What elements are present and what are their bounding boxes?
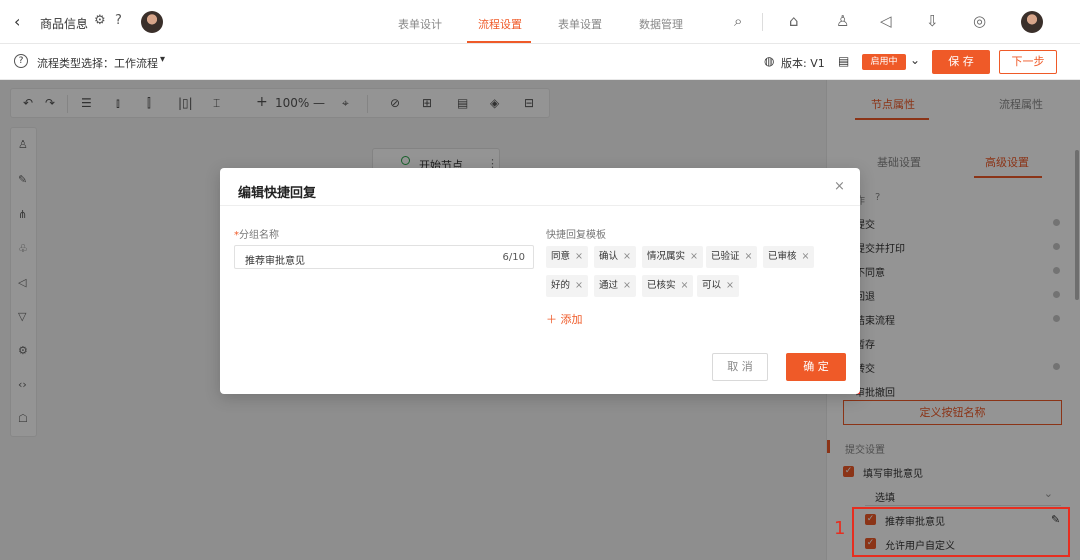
process-bar: ? 流程类型选择：工作流程 ▾ ◍ 版本: V1 ▤ 启用中 ⌄ 保 存 下一步 (0, 44, 1080, 80)
quick-reply-chip[interactable]: 同意 × (546, 246, 588, 268)
group-name-label: *分组名称 (234, 230, 279, 241)
avatar[interactable] (141, 11, 163, 33)
home-icon[interactable]: ⌂ (789, 12, 799, 30)
next-button[interactable]: 下一步 (999, 50, 1057, 74)
group-name-input[interactable]: 推荐审批意见 6/10 (234, 245, 534, 269)
megaphone-icon[interactable]: ◁ (880, 12, 892, 30)
quick-reply-chip[interactable]: 情况属实 × (642, 246, 703, 268)
close-icon: × (690, 251, 698, 262)
tab-process-settings[interactable]: 流程设置 (478, 16, 522, 32)
question-icon[interactable]: ? (14, 54, 28, 68)
status-badge: 启用中 (862, 54, 906, 70)
search-icon[interactable]: ⌕ (734, 12, 742, 30)
save-button[interactable]: 保 存 (932, 50, 990, 74)
tab-form-design[interactable]: 表单设计 (398, 16, 442, 32)
close-icon: × (623, 280, 631, 291)
dialog-title: 编辑快捷回复 (238, 186, 317, 201)
quick-reply-chip[interactable]: 通过 × (594, 275, 636, 297)
top-divider (762, 13, 763, 31)
annotation-box-1 (852, 507, 1070, 557)
close-icon: × (726, 280, 734, 291)
cancel-button[interactable]: 取 消 (712, 353, 768, 381)
back-icon[interactable]: ‹ (14, 12, 20, 31)
app-title: 商品信息 (40, 17, 89, 31)
tab-data-management[interactable]: 数据管理 (639, 16, 683, 32)
close-icon: × (744, 251, 753, 262)
quick-reply-chip[interactable]: 已验证 × (706, 246, 758, 268)
character-count: 6/10 (502, 252, 525, 263)
chevron-down-icon[interactable]: ⌄ (910, 53, 920, 67)
dialog-divider (220, 205, 860, 206)
version-label: 版本: V1 (781, 57, 825, 70)
quick-reply-chip[interactable]: 已审核 × (763, 246, 815, 268)
confirm-button[interactable]: 确 定 (786, 353, 846, 381)
close-icon: × (801, 251, 810, 262)
quick-reply-chip[interactable]: 可以 × (697, 275, 739, 297)
caret-down-icon[interactable]: ▾ (160, 54, 165, 65)
gear-icon[interactable]: ◎ (973, 12, 986, 30)
add-template-link[interactable]: ＋ 添加 (546, 311, 583, 327)
settings-icon[interactable]: ⚙ (94, 13, 106, 28)
quick-reply-chip[interactable]: 已核实 × (642, 275, 694, 297)
shirt-icon[interactable]: ♙ (836, 12, 849, 30)
document-icon[interactable]: ▤ (838, 54, 849, 68)
close-icon: × (575, 251, 583, 262)
help-icon[interactable]: ? (115, 13, 122, 28)
template-label: 快捷回复模板 (546, 230, 606, 241)
quick-reply-chip[interactable]: 确认 × (594, 246, 636, 268)
close-icon: × (575, 280, 583, 291)
quick-reply-chip[interactable]: 好的 × (546, 275, 588, 297)
close-icon: × (680, 280, 689, 291)
download-icon[interactable]: ⇩ (926, 12, 939, 30)
close-icon[interactable]: × (834, 179, 845, 194)
user-avatar[interactable] (1021, 11, 1043, 33)
top-bar: ‹ 商品信息 ⚙ ? 表单设计 流程设置 表单设置 数据管理 ⌕ ⌂ ♙ ◁ ⇩… (0, 0, 1080, 44)
close-icon: × (623, 251, 631, 262)
globe-icon: ◍ (764, 54, 775, 68)
tab-form-settings[interactable]: 表单设置 (558, 16, 602, 32)
active-tab-indicator (467, 41, 531, 43)
process-type-select[interactable]: 流程类型选择：工作流程 (37, 55, 158, 71)
quick-reply-dialog: 编辑快捷回复 × *分组名称 推荐审批意见 6/10 快捷回复模板 同意 × 确认… (220, 168, 860, 394)
annotation-number-1: 1 (834, 518, 846, 539)
